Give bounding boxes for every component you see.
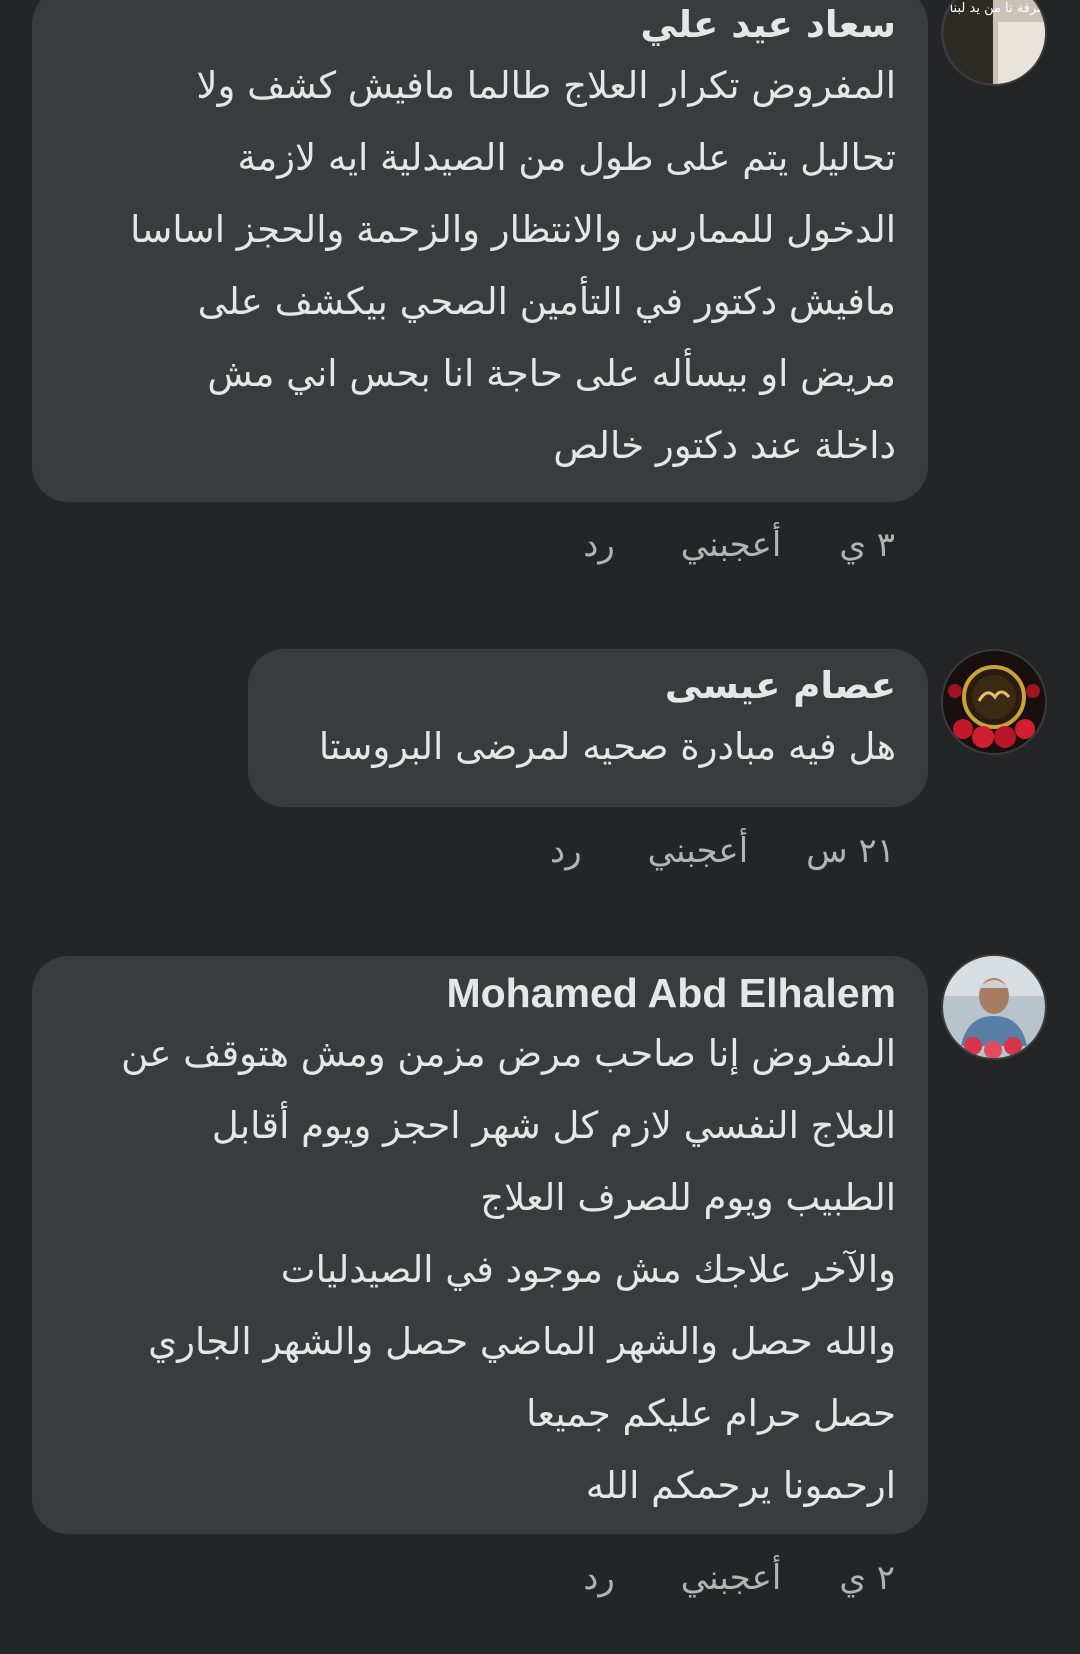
comment-timestamp[interactable]: ٢ ي xyxy=(839,1553,895,1603)
comment-timestamp[interactable]: ٢١ س xyxy=(806,826,895,876)
avatar[interactable] xyxy=(943,956,1045,1058)
comment-actions: ٢١ س أعجبني رد xyxy=(550,826,895,876)
like-button[interactable]: أعجبني xyxy=(681,1553,782,1603)
comment-bubble[interactable]: عصام عيسى هل فيه مبادرة صحيه لمرضى البرو… xyxy=(248,649,928,807)
like-button[interactable]: أعجبني xyxy=(681,520,782,570)
comment-text-line: الطبيب ويوم للصرف العلاج xyxy=(480,1176,896,1219)
comment-actions: ٢ ي أعجبني رد xyxy=(583,1553,895,1603)
reply-button[interactable]: رد xyxy=(583,520,615,570)
comment-text-line: المفروض إنا صاحب مرض مزمن ومش هتوقف عن xyxy=(121,1032,896,1075)
comment-text-line: العلاج النفسي لازم كل شهر احجز ويوم أقاب… xyxy=(211,1104,896,1147)
comment-text-line: داخلة عند دكتور خالص xyxy=(553,424,896,467)
comment-text-line: والله حصل والشهر الماضي حصل والشهر الجار… xyxy=(148,1320,896,1363)
comment-text-line: هل فيه مبادرة صحيه لمرضى البروستا xyxy=(318,725,896,768)
comment-text-line: والآخر علاجك مش موجود في الصيدليات xyxy=(280,1248,896,1291)
reply-button[interactable]: رد xyxy=(550,826,582,876)
avatar[interactable] xyxy=(943,651,1045,753)
comment-bubble[interactable]: سعاد عيد علي المفروض تكرار العلاج طالما … xyxy=(32,0,928,502)
comment-text-line: حصل حرام عليكم جميعا xyxy=(526,1392,896,1435)
reply-button[interactable]: رد xyxy=(583,1553,615,1603)
comment-author[interactable]: Mohamed Abd Elhalem xyxy=(64,968,896,1018)
comment-actions: ٣ ي أعجبني رد xyxy=(583,520,895,570)
comment-text-line: تحاليل يتم على طول من الصيدلية ايه لازمة xyxy=(237,136,896,179)
comment-author[interactable]: سعاد عيد علي xyxy=(64,0,896,50)
comment-text-line: ارحمونا يرحمكم الله xyxy=(585,1464,896,1507)
comment-bubble[interactable]: Mohamed Abd Elhalem المفروض إنا صاحب مرض… xyxy=(32,956,928,1534)
comment-text-line: مافيش دكتور في التأمين الصحي بيكشف على xyxy=(197,280,896,323)
avatar[interactable]: يارب شرقة تا من يد لبنا محمد xyxy=(943,0,1045,84)
like-button[interactable]: أعجبني xyxy=(648,826,749,876)
comment-text-line: مريض او بيسأله على حاجة انا بحس اني مش xyxy=(207,352,896,395)
avatar-caption: يارب شرقة تا من يد لبنا محمد xyxy=(943,1,1045,16)
comment-text-line: المفروض تكرار العلاج طالما مافيش كشف ولا xyxy=(196,64,896,107)
comment-text-line: الدخول للممارس والانتظار والزحمة والحجز … xyxy=(130,208,896,251)
comment-author[interactable]: عصام عيسى xyxy=(280,661,896,711)
comment-timestamp[interactable]: ٣ ي xyxy=(839,520,895,570)
